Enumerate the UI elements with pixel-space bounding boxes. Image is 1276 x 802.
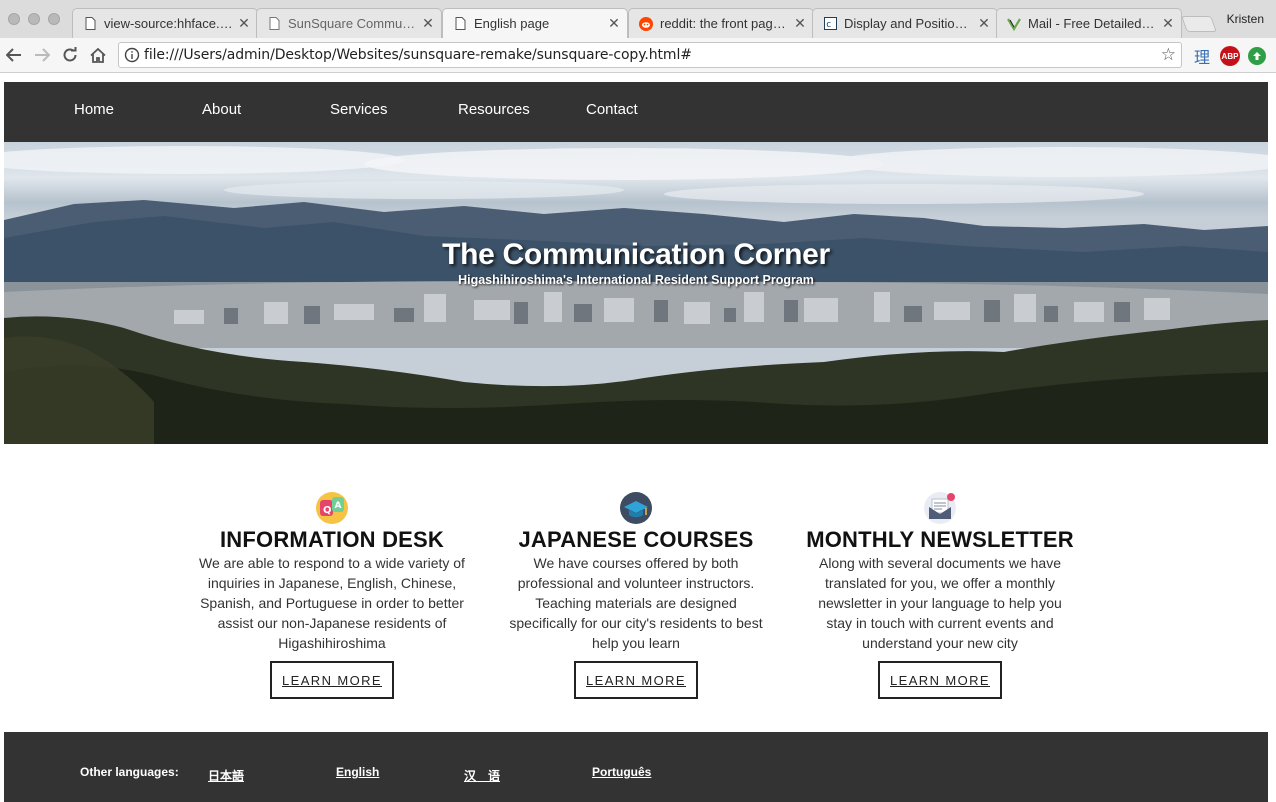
browser-tab[interactable]: c Display and Positioning ✕ — [812, 8, 998, 38]
hero-title: The Communication Corner — [442, 238, 830, 271]
language-english-link[interactable]: English — [336, 765, 379, 779]
qa-speech-icon: QA — [316, 492, 348, 524]
bookmark-star-icon[interactable]: ☆ — [1161, 45, 1176, 65]
close-tab-icon[interactable]: ✕ — [1161, 15, 1175, 32]
japanese-courses-learn-more-button[interactable]: LEARN MORE — [574, 661, 698, 699]
page-icon — [267, 17, 281, 31]
translate-extension-icon[interactable]: 理 — [1193, 47, 1211, 67]
forward-arrow-icon[interactable] — [31, 44, 53, 66]
information-desk-learn-more-button[interactable]: LEARN MORE — [270, 661, 394, 699]
svg-text:c: c — [826, 20, 831, 30]
information-desk-heading: INFORMATION DESK — [219, 527, 444, 552]
other-languages-label: Other languages: — [80, 765, 179, 779]
codecademy-icon: c — [823, 17, 837, 31]
information-desk-text: We are able to respond to a wide variety… — [199, 555, 465, 651]
nav-contact-link[interactable]: Contact — [586, 82, 638, 138]
reddit-icon — [639, 16, 653, 31]
nav-about-link[interactable]: About — [202, 82, 241, 138]
hero-banner: The Communication Corner Higashihiroshim… — [4, 142, 1268, 444]
monthly-newsletter-learn-more-button[interactable]: LEARN MORE — [878, 661, 1002, 699]
address-bar[interactable]: file:///Users/admin/Desktop/Websites/sun… — [118, 42, 1182, 68]
nav-resources-link[interactable]: Resources — [458, 82, 530, 138]
language-japanese-link[interactable]: 日本語 — [208, 767, 244, 784]
site-navigation: Home About Services Resources Contact — [4, 82, 1268, 142]
browser-tab[interactable]: SunSquare Communication ✕ — [256, 8, 442, 38]
window-minimize-button[interactable] — [28, 13, 40, 25]
browser-tab[interactable]: Mail - Free Detailed Fla ✕ — [996, 8, 1182, 38]
newsletter-envelope-icon — [924, 492, 956, 524]
svg-text:Q: Q — [323, 505, 332, 516]
language-portuguese-link[interactable]: Português — [592, 765, 651, 779]
japanese-courses-card: JAPANESE COURSES We have courses offered… — [491, 492, 781, 699]
window-zoom-button[interactable] — [48, 13, 60, 25]
web-page: Home About Services Resources Contact Th… — [4, 74, 1268, 802]
new-tab-button[interactable] — [1181, 16, 1217, 32]
browser-tab[interactable]: reddit: the front page of ✕ — [628, 8, 814, 38]
monthly-newsletter-card: MONTHLY NEWSLETTER Along with several do… — [795, 492, 1085, 699]
adblock-plus-icon[interactable]: ABP — [1220, 46, 1240, 66]
hero-subtitle: Higashihiroshima's International Residen… — [458, 273, 814, 287]
close-tab-icon[interactable]: ✕ — [793, 15, 807, 32]
nav-home-link[interactable]: Home — [74, 82, 114, 138]
site-footer: Other languages: 日本語 English 汉 语 Portugu… — [4, 732, 1268, 802]
browser-tab-strip: view-source:hhface.org ✕ SunSquare Commu… — [0, 0, 1276, 38]
info-icon[interactable] — [124, 47, 140, 63]
window-close-button[interactable] — [8, 13, 20, 25]
back-arrow-icon[interactable] — [3, 44, 25, 66]
close-tab-icon[interactable]: ✕ — [977, 15, 991, 32]
browser-tab[interactable]: view-source:hhface.org ✕ — [72, 8, 258, 38]
close-tab-icon[interactable]: ✕ — [607, 15, 621, 32]
svg-text:A: A — [335, 501, 342, 511]
services-section: QA INFORMATION DESK We are able to respo… — [4, 492, 1268, 712]
home-icon[interactable] — [87, 44, 109, 66]
japanese-courses-text: We have courses offered by both professi… — [509, 555, 763, 651]
monthly-newsletter-heading: MONTHLY NEWSLETTER — [806, 527, 1074, 552]
japanese-courses-heading: JAPANESE COURSES — [518, 527, 754, 552]
city-landscape-image — [4, 146, 1268, 444]
browser-tab-active[interactable]: English page ✕ — [442, 8, 628, 38]
monthly-newsletter-text: Along with several documents we have tra… — [818, 555, 1062, 651]
page-icon — [453, 17, 467, 31]
information-desk-card: QA INFORMATION DESK We are able to respo… — [187, 492, 477, 699]
mail-icon — [1007, 17, 1021, 31]
nav-services-link[interactable]: Services — [330, 82, 388, 138]
reload-icon[interactable] — [59, 44, 81, 66]
profile-name[interactable]: Kristen — [1227, 12, 1264, 26]
page-icon — [83, 17, 97, 31]
language-chinese-link[interactable]: 汉 语 — [464, 767, 500, 784]
graduation-cap-icon — [620, 492, 652, 524]
close-tab-icon[interactable]: ✕ — [237, 15, 251, 32]
address-url[interactable]: file:///Users/admin/Desktop/Websites/sun… — [144, 47, 692, 63]
upload-extension-icon[interactable] — [1248, 47, 1266, 65]
close-tab-icon[interactable]: ✕ — [421, 15, 435, 32]
browser-toolbar: file:///Users/admin/Desktop/Websites/sun… — [0, 38, 1276, 73]
